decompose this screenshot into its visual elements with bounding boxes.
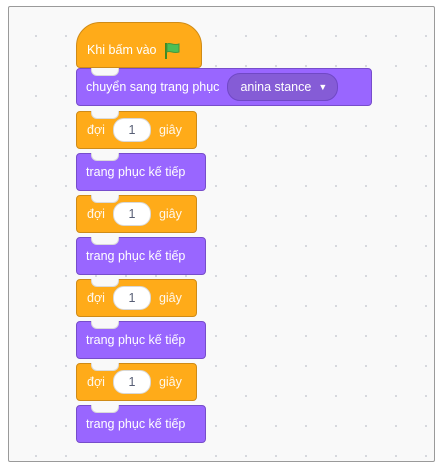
- block-notch: [91, 363, 119, 371]
- block-notch: [91, 153, 119, 161]
- next-costume-block[interactable]: trang phục kế tiếp: [76, 405, 206, 443]
- wait-seconds-input[interactable]: 1: [112, 118, 151, 142]
- wait-block[interactable]: đợi 1 giây: [76, 111, 197, 149]
- wait-seconds-input[interactable]: 1: [112, 370, 151, 394]
- block-notch: [91, 405, 119, 413]
- next-costume-block[interactable]: trang phục kế tiếp: [76, 321, 206, 359]
- wait-block[interactable]: đợi 1 giây: [76, 279, 197, 317]
- wait-label: đợi: [87, 123, 105, 137]
- wait-unit: giây: [158, 123, 182, 137]
- switch-costume-block[interactable]: chuyển sang trang phục anina stance ▼: [76, 68, 372, 106]
- wait-label: đợi: [87, 291, 105, 305]
- hat-label: Khi bấm vào: [87, 43, 157, 57]
- wait-label: đợi: [87, 375, 105, 389]
- wait-block[interactable]: đợi 1 giây: [76, 195, 197, 233]
- costume-dropdown-value: anina stance: [240, 80, 312, 94]
- wait-block[interactable]: đợi 1 giây: [76, 363, 197, 401]
- wait-seconds-input[interactable]: 1: [112, 286, 151, 310]
- wait-unit: giây: [158, 375, 182, 389]
- next-costume-block[interactable]: trang phục kế tiếp: [76, 153, 206, 191]
- when-flag-clicked-block[interactable]: Khi bấm vào: [76, 22, 202, 68]
- costume-dropdown[interactable]: anina stance ▼: [227, 73, 339, 101]
- block-notch: [91, 195, 119, 203]
- next-costume-label: trang phục kế tiếp: [86, 417, 186, 431]
- block-notch: [91, 68, 119, 76]
- block-notch: [91, 237, 119, 245]
- block-notch: [91, 321, 119, 329]
- wait-unit: giây: [158, 291, 182, 305]
- next-costume-label: trang phục kế tiếp: [86, 165, 186, 179]
- next-costume-label: trang phục kế tiếp: [86, 249, 186, 263]
- wait-label: đợi: [87, 207, 105, 221]
- dropdown-caret-icon: ▼: [318, 82, 328, 92]
- next-costume-block[interactable]: trang phục kế tiếp: [76, 237, 206, 275]
- wait-unit: giây: [158, 207, 182, 221]
- green-flag-icon: [165, 42, 180, 59]
- switch-costume-label: chuyển sang trang phục: [86, 80, 220, 94]
- wait-seconds-input[interactable]: 1: [112, 202, 151, 226]
- block-notch: [91, 279, 119, 287]
- next-costume-label: trang phục kế tiếp: [86, 333, 186, 347]
- block-notch: [91, 111, 119, 119]
